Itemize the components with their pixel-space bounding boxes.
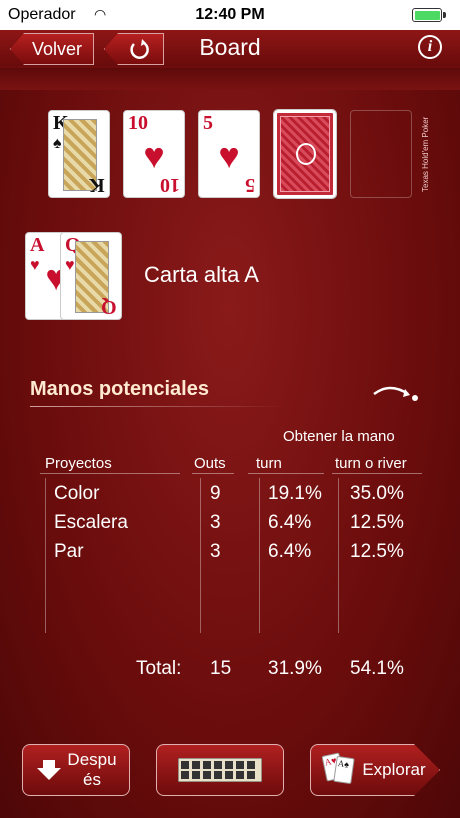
row-project-name: Color [54, 483, 100, 504]
row-outs: 3 [210, 541, 221, 562]
header-line [332, 473, 422, 474]
board-card-1[interactable]: K ♠ K [48, 110, 110, 198]
total-label: Total: [136, 658, 182, 679]
board-card-empty-slot[interactable] [350, 110, 412, 198]
card-strip-icon [178, 758, 262, 782]
column-divider [338, 478, 339, 633]
info-button[interactable]: i [418, 35, 442, 59]
arrow-down-icon [37, 760, 62, 780]
board-card-3[interactable]: 5 ♥ 5 [198, 110, 260, 198]
navigation-bar: Volver Board i [0, 30, 460, 66]
section-title: Manos potenciales [30, 378, 209, 400]
status-time: 12:40 PM [195, 6, 265, 23]
hand-rank-label: Carta alta A [144, 262, 259, 287]
row-river: 12.5% [350, 541, 404, 562]
obtain-hand-header: Obtener la mano [283, 428, 395, 445]
row-river: 12.5% [350, 512, 404, 533]
row-turn: 19.1% [268, 483, 322, 504]
turn-river-header: turn o river [335, 455, 407, 472]
after-button-label: Despu és [67, 750, 117, 789]
row-turn: 6.4% [268, 512, 312, 533]
hand-history-button[interactable] [156, 744, 284, 796]
total-turn: 31.9% [268, 658, 322, 679]
brand-label: Texas Hold'em Poker [421, 116, 430, 192]
row-project-name: Escalera [54, 512, 128, 533]
column-divider [45, 478, 46, 633]
explore-button-label: Explorar [362, 760, 426, 779]
hole-card-2[interactable]: Q ♥ Q [60, 232, 122, 320]
row-outs: 9 [210, 483, 221, 504]
header-line [248, 473, 324, 474]
header-divider [0, 68, 460, 90]
after-button[interactable]: Despu és [22, 744, 130, 796]
total-outs: 15 [210, 658, 232, 679]
row-outs: 3 [210, 512, 221, 533]
battery-icon [412, 8, 446, 22]
board-card-facedown[interactable] [273, 109, 337, 199]
outs-header: Outs [194, 455, 226, 472]
section-divider [30, 406, 284, 407]
row-project-name: Par [54, 541, 84, 562]
column-divider [259, 478, 260, 633]
status-bar: Operador ◠ 12:40 PM [0, 0, 460, 30]
column-divider [200, 478, 201, 633]
header-line [192, 473, 234, 474]
felt-table [0, 90, 460, 818]
projects-header: Proyectos [45, 455, 112, 472]
board-card-2[interactable]: 10 ♥ 10 [123, 110, 185, 198]
row-river: 35.0% [350, 483, 404, 504]
expand-arrow-icon[interactable] [372, 382, 422, 404]
header-line [40, 473, 180, 474]
turn-header: turn [256, 455, 282, 472]
explore-button[interactable]: A♥ A♠ Explorar [310, 744, 440, 796]
row-turn: 6.4% [268, 541, 312, 562]
total-river: 54.1% [350, 658, 404, 679]
page-title: Board [199, 34, 261, 60]
cards-icon: A♥ A♠ [321, 752, 356, 786]
